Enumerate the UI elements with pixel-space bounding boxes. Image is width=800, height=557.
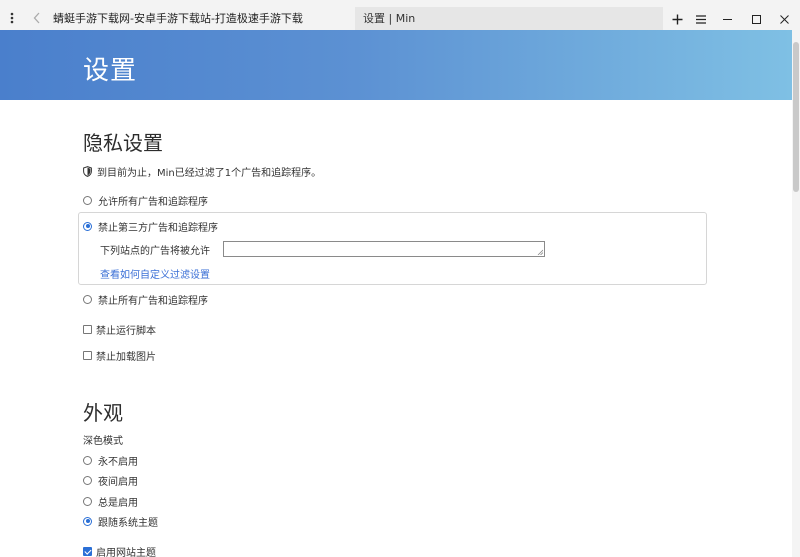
radio-button[interactable] — [83, 475, 92, 485]
plus-icon[interactable] — [666, 8, 688, 30]
radio-label: 禁止第三方广告和追踪程序 — [98, 222, 218, 234]
resize-grip-icon[interactable] — [537, 249, 543, 255]
radio-dark-system[interactable]: 跟随系统主题 — [83, 514, 158, 529]
radio-label: 总是启用 — [98, 497, 138, 509]
appearance-heading: 外观 — [83, 401, 123, 425]
checkbox[interactable] — [83, 350, 92, 360]
radio-button[interactable] — [83, 294, 92, 304]
tab-settings[interactable]: 设置 | Min — [355, 7, 663, 30]
radio-label: 夜间启用 — [98, 476, 138, 488]
settings-banner: 设置 — [0, 30, 792, 100]
allowed-sites-input[interactable] — [223, 241, 545, 257]
hamburger-icon[interactable] — [690, 8, 712, 30]
minimize-icon[interactable] — [716, 8, 738, 30]
checkbox-block-images[interactable]: 禁止加载图片 — [83, 348, 156, 363]
vertical-dots-icon[interactable] — [0, 6, 24, 30]
checkbox[interactable] — [83, 546, 92, 556]
radio-dark-always[interactable]: 总是启用 — [83, 494, 138, 509]
radio-label: 允许所有广告和追踪程序 — [98, 196, 208, 208]
page-title: 设置 — [83, 56, 138, 86]
filter-settings-link[interactable]: 查看如何自定义过滤设置 — [100, 266, 210, 281]
checkbox-label: 禁止加载图片 — [96, 351, 156, 363]
radio-label: 永不启用 — [98, 456, 138, 468]
radio-block-third-party[interactable]: 禁止第三方广告和追踪程序 — [83, 219, 218, 234]
radio-label: 禁止所有广告和追踪程序 — [98, 295, 208, 307]
radio-block-all[interactable]: 禁止所有广告和追踪程序 — [83, 292, 208, 307]
radio-dark-never[interactable]: 永不启用 — [83, 453, 138, 468]
tab-download-site[interactable]: 蜻蜓手游下载网-安卓手游下载站-打造极速手游下载 — [45, 7, 352, 30]
privacy-heading: 隐私设置 — [83, 131, 163, 155]
close-icon[interactable] — [773, 8, 795, 30]
tab-label: 设置 | Min — [363, 12, 416, 25]
checkbox-label: 禁止运行脚本 — [96, 325, 156, 337]
radio-dark-night[interactable]: 夜间启用 — [83, 473, 138, 488]
checkbox[interactable] — [83, 324, 92, 334]
blocked-notice: 到目前为止，Min已经过滤了1个广告和追踪程序。 — [83, 164, 322, 179]
checkbox-label: 启用网站主题 — [96, 547, 156, 557]
dark-mode-label: 深色模式 — [83, 435, 123, 447]
vertical-scrollbar[interactable] — [792, 30, 800, 557]
chevron-left-icon[interactable] — [27, 6, 47, 30]
shield-icon — [83, 165, 92, 177]
radio-button[interactable] — [83, 516, 92, 526]
radio-button[interactable] — [83, 221, 92, 231]
maximize-icon[interactable] — [745, 8, 767, 30]
checkbox-site-theme[interactable]: 启用网站主题 — [83, 544, 156, 557]
blocked-notice-text: 到目前为止，Min已经过滤了1个广告和追踪程序。 — [97, 167, 322, 179]
radio-button[interactable] — [83, 195, 92, 205]
radio-allow-all[interactable]: 允许所有广告和追踪程序 — [83, 193, 208, 208]
scrollbar-thumb[interactable] — [793, 42, 799, 192]
tab-label: 蜻蜓手游下载网-安卓手游下载站-打造极速手游下载 — [53, 12, 303, 25]
radio-label: 跟随系统主题 — [98, 517, 158, 529]
checkbox-block-scripts[interactable]: 禁止运行脚本 — [83, 322, 156, 337]
radio-button[interactable] — [83, 455, 92, 465]
allowed-sites-label: 下列站点的广告将被允许 — [100, 246, 210, 257]
radio-button[interactable] — [83, 496, 92, 506]
